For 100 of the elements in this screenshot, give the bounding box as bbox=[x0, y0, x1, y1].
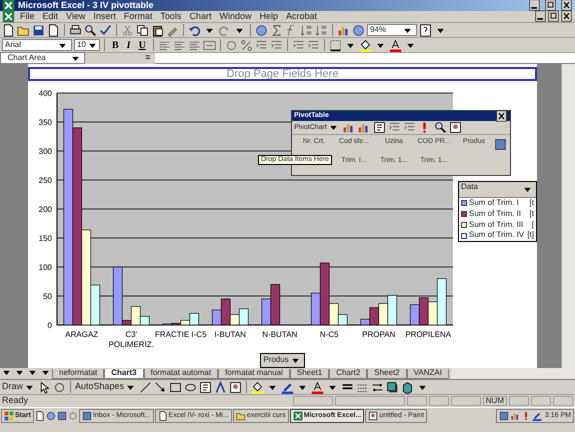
draw-menu[interactable]: Draw bbox=[2, 380, 36, 394]
print-preview-icon[interactable] bbox=[84, 24, 97, 36]
new-icon[interactable] bbox=[2, 24, 15, 36]
menu-item[interactable]: Help bbox=[256, 12, 281, 22]
sheet-tab[interactable]: Chart3 bbox=[104, 369, 144, 379]
bold-button[interactable]: B bbox=[109, 40, 122, 50]
menu-item[interactable]: Format bbox=[120, 12, 156, 22]
tray-icon[interactable] bbox=[510, 410, 520, 420]
axis-label: 250 bbox=[38, 176, 52, 185]
fill-color-icon[interactable] bbox=[251, 380, 264, 394]
pointer-icon[interactable] bbox=[38, 380, 52, 394]
font-dropdown[interactable]: Arial bbox=[2, 39, 72, 51]
field-settings-icon[interactable] bbox=[434, 121, 447, 134]
category-label: I-BUTAN bbox=[214, 330, 246, 339]
merge-icon[interactable] bbox=[202, 38, 216, 52]
wordart-icon[interactable] bbox=[214, 380, 228, 394]
tray-icon[interactable] bbox=[498, 410, 509, 420]
autoshapes-menu[interactable]: AutoShapes bbox=[75, 380, 138, 394]
fill-color-icon[interactable] bbox=[358, 38, 372, 52]
horizontal-scrollbar[interactable] bbox=[451, 368, 575, 379]
sheet-tab[interactable]: formatat manual bbox=[218, 369, 290, 379]
axis-label: 200 bbox=[38, 205, 52, 214]
name-box[interactable]: Chart Area bbox=[0, 52, 85, 64]
borders-icon[interactable] bbox=[328, 38, 342, 52]
close-icon[interactable] bbox=[560, 0, 573, 12]
menu-item[interactable]: View bbox=[63, 12, 88, 22]
sheet-tab[interactable]: VANZAI bbox=[406, 369, 449, 379]
menu-item[interactable]: File bbox=[17, 12, 38, 22]
copy-icon[interactable] bbox=[136, 24, 149, 36]
undo-icon[interactable] bbox=[188, 24, 201, 36]
spelling-icon[interactable] bbox=[99, 24, 112, 36]
tray-icon[interactable] bbox=[532, 410, 542, 420]
sort-icon[interactable] bbox=[300, 24, 313, 36]
app-icon[interactable] bbox=[56, 410, 67, 420]
bar bbox=[410, 304, 420, 326]
menu-item[interactable]: Tools bbox=[157, 12, 184, 22]
shadow-icon[interactable] bbox=[386, 380, 400, 394]
arrow-style-icon[interactable] bbox=[371, 380, 384, 394]
indent-icon[interactable] bbox=[292, 38, 305, 52]
status-text: Ready bbox=[2, 396, 30, 406]
axis-label: 0 bbox=[48, 321, 52, 330]
vertical-scrollbar[interactable] bbox=[561, 64, 575, 368]
category-label: FRACTIE I-C5 bbox=[154, 330, 207, 339]
legend-text: [t] bbox=[527, 231, 534, 240]
percent-icon[interactable] bbox=[240, 38, 253, 52]
sigma-icon[interactable] bbox=[270, 24, 283, 36]
desktop-icon[interactable] bbox=[34, 410, 45, 420]
app-icon bbox=[2, 0, 15, 12]
sheet-tab[interactable]: neformatat bbox=[52, 369, 104, 379]
document-icon[interactable] bbox=[47, 24, 60, 36]
text-box-icon[interactable] bbox=[199, 380, 212, 394]
font-color-icon[interactable] bbox=[388, 38, 402, 52]
close-icon[interactable] bbox=[495, 110, 508, 122]
windows-icon bbox=[4, 410, 14, 420]
minimize-icon[interactable] bbox=[534, 10, 547, 23]
restore-icon[interactable] bbox=[544, 0, 557, 12]
category-label: C3' POLIMERIZ. bbox=[108, 330, 154, 349]
help-icon[interactable] bbox=[419, 24, 432, 36]
minimize-icon[interactable] bbox=[528, 0, 541, 12]
axis-label: 150 bbox=[38, 234, 52, 243]
category-label: N-BUTAN bbox=[262, 330, 298, 339]
table-icon[interactable] bbox=[372, 121, 386, 134]
arrow-icon[interactable] bbox=[154, 380, 168, 394]
menu-item[interactable]: Insert bbox=[90, 12, 119, 22]
restore-icon[interactable] bbox=[547, 10, 560, 23]
close-icon[interactable] bbox=[560, 10, 573, 23]
line-icon[interactable] bbox=[139, 380, 152, 394]
legend-label: Sum of Trim. II bbox=[469, 210, 522, 219]
rectangle-icon[interactable] bbox=[169, 380, 182, 394]
menu-item[interactable]: Acrobat bbox=[282, 12, 320, 22]
paste-icon[interactable] bbox=[151, 24, 164, 36]
legend-text: [ bbox=[532, 220, 534, 230]
field-list-icon[interactable] bbox=[448, 121, 462, 134]
menu-item[interactable]: Chart bbox=[186, 12, 214, 22]
legend-label: Sum of Trim. III bbox=[469, 220, 524, 230]
field-button[interactable]: Produs bbox=[260, 353, 305, 368]
font-size-dropdown[interactable]: 10 bbox=[74, 39, 100, 51]
sheet-tab[interactable]: Sheet1 bbox=[290, 369, 330, 379]
printer-icon[interactable] bbox=[69, 24, 82, 36]
sheet-tab[interactable]: Chart2 bbox=[329, 369, 368, 379]
sort-icon[interactable] bbox=[315, 24, 328, 36]
menu-item[interactable]: Edit bbox=[40, 12, 62, 22]
legend-text: [t bbox=[530, 199, 534, 208]
sheet-tab[interactable]: formatat automat bbox=[144, 369, 218, 379]
italic-button[interactable]: I bbox=[124, 40, 134, 50]
sheet-tab[interactable]: Sheet2 bbox=[367, 369, 407, 379]
save-icon[interactable] bbox=[32, 24, 45, 36]
category-label: ARAGAZ bbox=[65, 330, 98, 339]
zoom-dropdown[interactable]: 94% bbox=[367, 24, 417, 36]
axis-label: 300 bbox=[38, 147, 52, 156]
legend-text: [t bbox=[530, 210, 534, 219]
underline-button[interactable]: U bbox=[136, 40, 149, 50]
formula-button[interactable]: = bbox=[145, 53, 155, 63]
font-color-icon[interactable] bbox=[311, 380, 324, 394]
line-color-icon[interactable] bbox=[281, 380, 294, 394]
legend-header[interactable]: Data bbox=[459, 182, 536, 198]
clip-art-icon[interactable] bbox=[229, 380, 242, 394]
indent-icon[interactable] bbox=[306, 38, 320, 52]
menu-item[interactable]: Window bbox=[216, 12, 254, 22]
axis-label: 350 bbox=[38, 118, 52, 127]
